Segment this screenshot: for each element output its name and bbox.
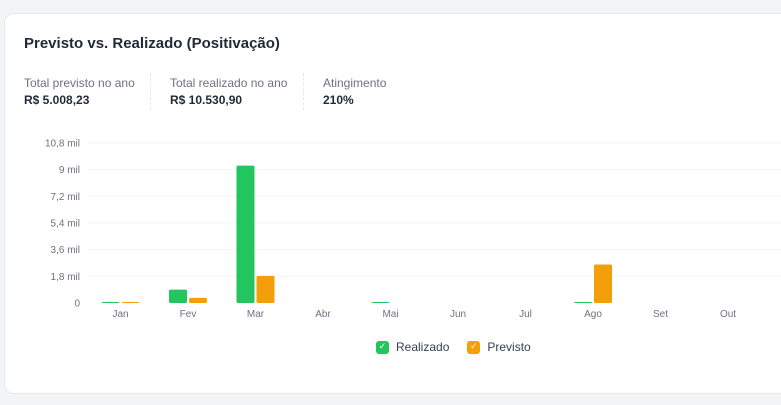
- y-tick-label: 3,6 mil: [51, 245, 80, 256]
- check-icon: ✓: [467, 340, 481, 354]
- x-tick-label: Ago: [584, 309, 602, 320]
- x-tick-label: Jul: [519, 309, 532, 320]
- bar-previsto-jan: [121, 302, 140, 303]
- check-icon: ✓: [376, 340, 389, 354]
- bar-realizado-mar: [236, 165, 255, 303]
- legend-item-realizado[interactable]: ✓ Realizado: [376, 340, 449, 354]
- y-tick-label: 1,8 mil: [51, 272, 80, 283]
- bar-realizado-jan: [101, 302, 120, 303]
- x-tick-label: Jun: [450, 309, 466, 320]
- x-tick-label: Mai: [382, 309, 398, 320]
- x-tick-label: Out: [720, 309, 736, 320]
- bar-realizado-ago: [574, 302, 592, 303]
- x-tick-label: Fev: [180, 309, 197, 320]
- x-tick-label: Abr: [315, 309, 331, 320]
- y-tick-label: 10,8 mil: [45, 139, 80, 150]
- x-tick-label: Set: [653, 309, 668, 320]
- chart-legend: ✓ Realizado ✓ Previsto: [376, 340, 531, 354]
- bar-previsto-fev: [189, 297, 207, 303]
- legend-label-realizado: Realizado: [396, 340, 450, 354]
- y-tick-label: 5,4 mil: [51, 219, 80, 230]
- x-tick-label: Mar: [247, 309, 265, 320]
- bar-previsto-mar: [256, 275, 275, 303]
- legend-item-previsto[interactable]: ✓ Previsto: [467, 340, 531, 354]
- y-tick-label: 9 mil: [59, 165, 80, 176]
- legend-label-previsto: Previsto: [487, 340, 531, 354]
- bar-realizado-mai: [371, 302, 390, 303]
- bar-realizado-fev: [169, 289, 187, 303]
- y-tick-label: 7,2 mil: [51, 192, 80, 203]
- x-tick-label: Jan: [112, 309, 128, 320]
- y-tick-label: 0: [74, 299, 80, 310]
- bar-previsto-ago: [594, 264, 612, 303]
